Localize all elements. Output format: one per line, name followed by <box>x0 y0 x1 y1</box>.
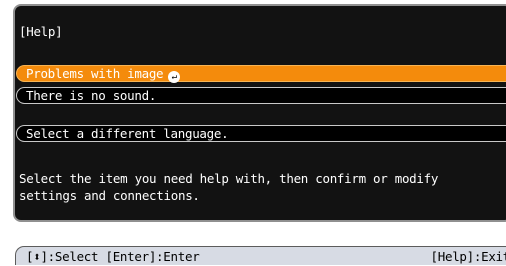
panel-title: [Help] <box>19 24 63 39</box>
menu-item-problems-with-image[interactable]: Problems with image ↵ <box>16 65 506 83</box>
menu-item-label: Select a different language. <box>26 126 229 141</box>
help-message-line-1: Select the item you need help with, then… <box>19 171 439 186</box>
status-bar: [⬍]:Select [Enter]:Enter [Help]:Exit <box>15 246 506 265</box>
menu-item-label: Problems with image <box>26 66 164 81</box>
help-message: Select the item you need help with, then… <box>19 170 438 204</box>
help-message-line-2: settings and connections. <box>19 188 200 203</box>
status-bar-exit-hint: [Help]:Exit <box>430 249 506 264</box>
menu-item-language[interactable]: Select a different language. <box>16 125 506 142</box>
menu-item-label: There is no sound. <box>26 88 157 103</box>
menu-item-no-sound[interactable]: There is no sound. <box>16 87 506 104</box>
status-bar-key-hints: [⬍]:Select [Enter]:Enter <box>26 249 200 264</box>
enter-icon: ↵ <box>168 71 181 83</box>
